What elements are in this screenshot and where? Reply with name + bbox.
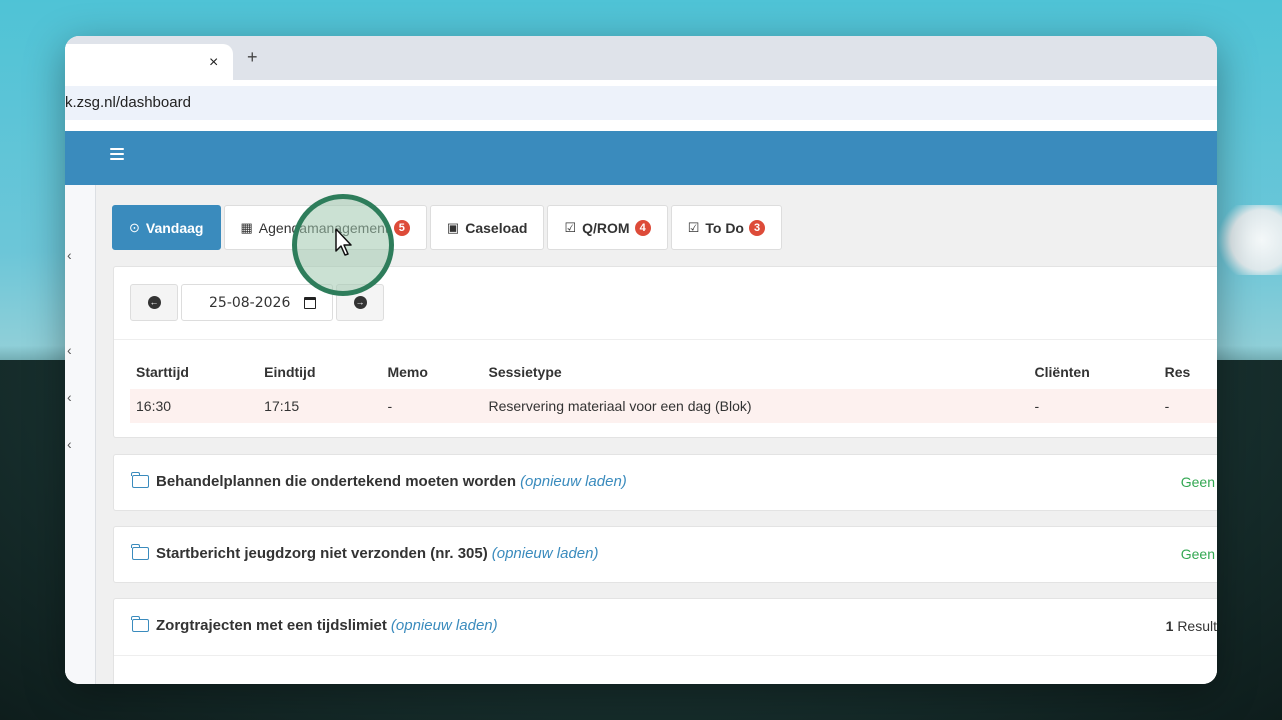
cell-clienten: -: [1034, 398, 1040, 414]
tab-label: Caseload: [465, 219, 528, 236]
column-header: Starttijd: [136, 364, 189, 380]
agenda-panel: ← 25-08-2026 → Starttijd Eindtijd Memo S…: [113, 266, 1217, 438]
sidebar: ‹ ‹ ‹ ‹: [65, 185, 96, 684]
section-title: Startbericht jeugdzorg niet verzonden (n…: [131, 544, 599, 562]
browser-tab[interactable]: ×: [65, 44, 233, 80]
app-header: [65, 131, 1217, 185]
count-badge: 3: [748, 219, 766, 236]
cell-starttijd: 16:30: [136, 398, 172, 414]
section-title-text: Startbericht jeugdzorg niet verzonden (n…: [156, 545, 488, 562]
calendar-icon[interactable]: [304, 297, 316, 309]
url-field[interactable]: k.zsg.nl/dashboard: [65, 86, 1217, 120]
close-tab-icon[interactable]: ×: [209, 55, 218, 71]
result-count: 1 Result: [1166, 618, 1217, 634]
address-bar: k.zsg.nl/dashboard: [65, 80, 1217, 126]
section-title: Zorgtrajecten met een tijdslimiet (opnie…: [131, 616, 498, 634]
cell-sessietype: Reservering materiaal voor een dag (Blok…: [488, 398, 752, 414]
tab-qrom[interactable]: ☑ Q/ROM 4: [547, 205, 668, 250]
id-card-icon: ▣: [446, 219, 460, 235]
divider: [114, 339, 1217, 340]
clock-icon: ⊙: [129, 219, 140, 235]
cell-memo: -: [387, 398, 393, 414]
count-badge: 4: [634, 219, 651, 236]
result-label: Result: [1177, 618, 1217, 634]
section-zorgtrajecten: Zorgtrajecten met een tijdslimiet (opnie…: [113, 598, 1217, 684]
tab-label: To Do: [705, 219, 744, 236]
section-title-text: Zorgtrajecten met een tijdslimiet: [156, 617, 387, 634]
check-square-icon: ☑: [564, 219, 577, 235]
result-number: 1: [1165, 618, 1174, 634]
column-header: Sessietype: [488, 364, 562, 380]
folder-icon: [131, 472, 149, 488]
reload-link[interactable]: (opnieuw laden): [520, 473, 627, 490]
column-header: Res: [1164, 364, 1191, 380]
calendar-icon: ▦: [240, 219, 253, 235]
new-tab-button[interactable]: +: [247, 48, 258, 66]
section-title-text: Behandelplannen die ondertekend moeten w…: [156, 473, 517, 490]
section-title: Behandelplannen die ondertekend moeten w…: [131, 472, 627, 490]
mouse-pointer-icon: [335, 228, 352, 256]
count-badge: 5: [393, 219, 410, 236]
menu-toggle-icon[interactable]: [110, 148, 124, 160]
table-header: Starttijd Eindtijd Memo Sessietype Cliën…: [130, 355, 1217, 389]
section-startbericht: Startbericht jeugdzorg niet verzonden (n…: [113, 526, 1217, 583]
column-header: Eindtijd: [264, 364, 316, 380]
cell-eindtijd: 17:15: [264, 398, 300, 414]
folder-open-icon: [131, 616, 149, 632]
reload-link[interactable]: (opnieuw laden): [391, 617, 498, 634]
tab-vandaag[interactable]: ⊙ Vandaag: [112, 205, 221, 250]
folder-icon: [131, 544, 149, 560]
tab-caseload[interactable]: ▣ Caseload: [429, 205, 545, 250]
column-header: Memo: [387, 364, 428, 380]
tab-todo[interactable]: ☑ To Do 3: [670, 205, 783, 250]
section-status: Geen: [1180, 474, 1215, 490]
arrow-left-icon: ←: [147, 296, 161, 309]
arrow-right-icon: →: [353, 296, 367, 309]
chevron-left-icon[interactable]: ‹: [67, 389, 72, 405]
section-behandelplannen: Behandelplannen die ondertekend moeten w…: [113, 454, 1217, 511]
previous-day-button[interactable]: ←: [130, 284, 178, 321]
dashboard-page: ‹ ‹ ‹ ‹ ⊙ Vandaag ▦ Agendamanagement 5 ▣…: [65, 185, 1217, 684]
main-content: ⊙ Vandaag ▦ Agendamanagement 5 ▣ Caseloa…: [112, 205, 1217, 684]
dashboard-tabs: ⊙ Vandaag ▦ Agendamanagement 5 ▣ Caseloa…: [112, 205, 783, 251]
date-value: 25-08-2026: [209, 294, 291, 311]
chevron-left-icon[interactable]: ‹: [67, 247, 72, 263]
table-row[interactable]: 16:30 17:15 - Reservering materiaal voor…: [130, 389, 1217, 423]
tab-label: Vandaag: [145, 219, 204, 236]
column-header: Cliënten: [1034, 364, 1090, 380]
chevron-left-icon[interactable]: ‹: [67, 436, 72, 452]
section-status: Geen: [1180, 546, 1215, 562]
date-field[interactable]: 25-08-2026: [181, 284, 333, 321]
chevron-left-icon[interactable]: ‹: [67, 342, 72, 358]
divider: [114, 655, 1217, 656]
background-cloud: [1212, 205, 1282, 275]
browser-window: × + k.zsg.nl/dashboard ‹ ‹ ‹ ‹ ⊙ Vandaag…: [65, 36, 1217, 684]
tab-label: Q/ROM: [582, 219, 630, 236]
check-square-icon: ☑: [687, 219, 700, 235]
cell-res: -: [1164, 398, 1170, 414]
agenda-table: Starttijd Eindtijd Memo Sessietype Cliën…: [130, 355, 1217, 423]
reload-link[interactable]: (opnieuw laden): [492, 545, 599, 562]
browser-tabstrip: × +: [65, 36, 1217, 80]
